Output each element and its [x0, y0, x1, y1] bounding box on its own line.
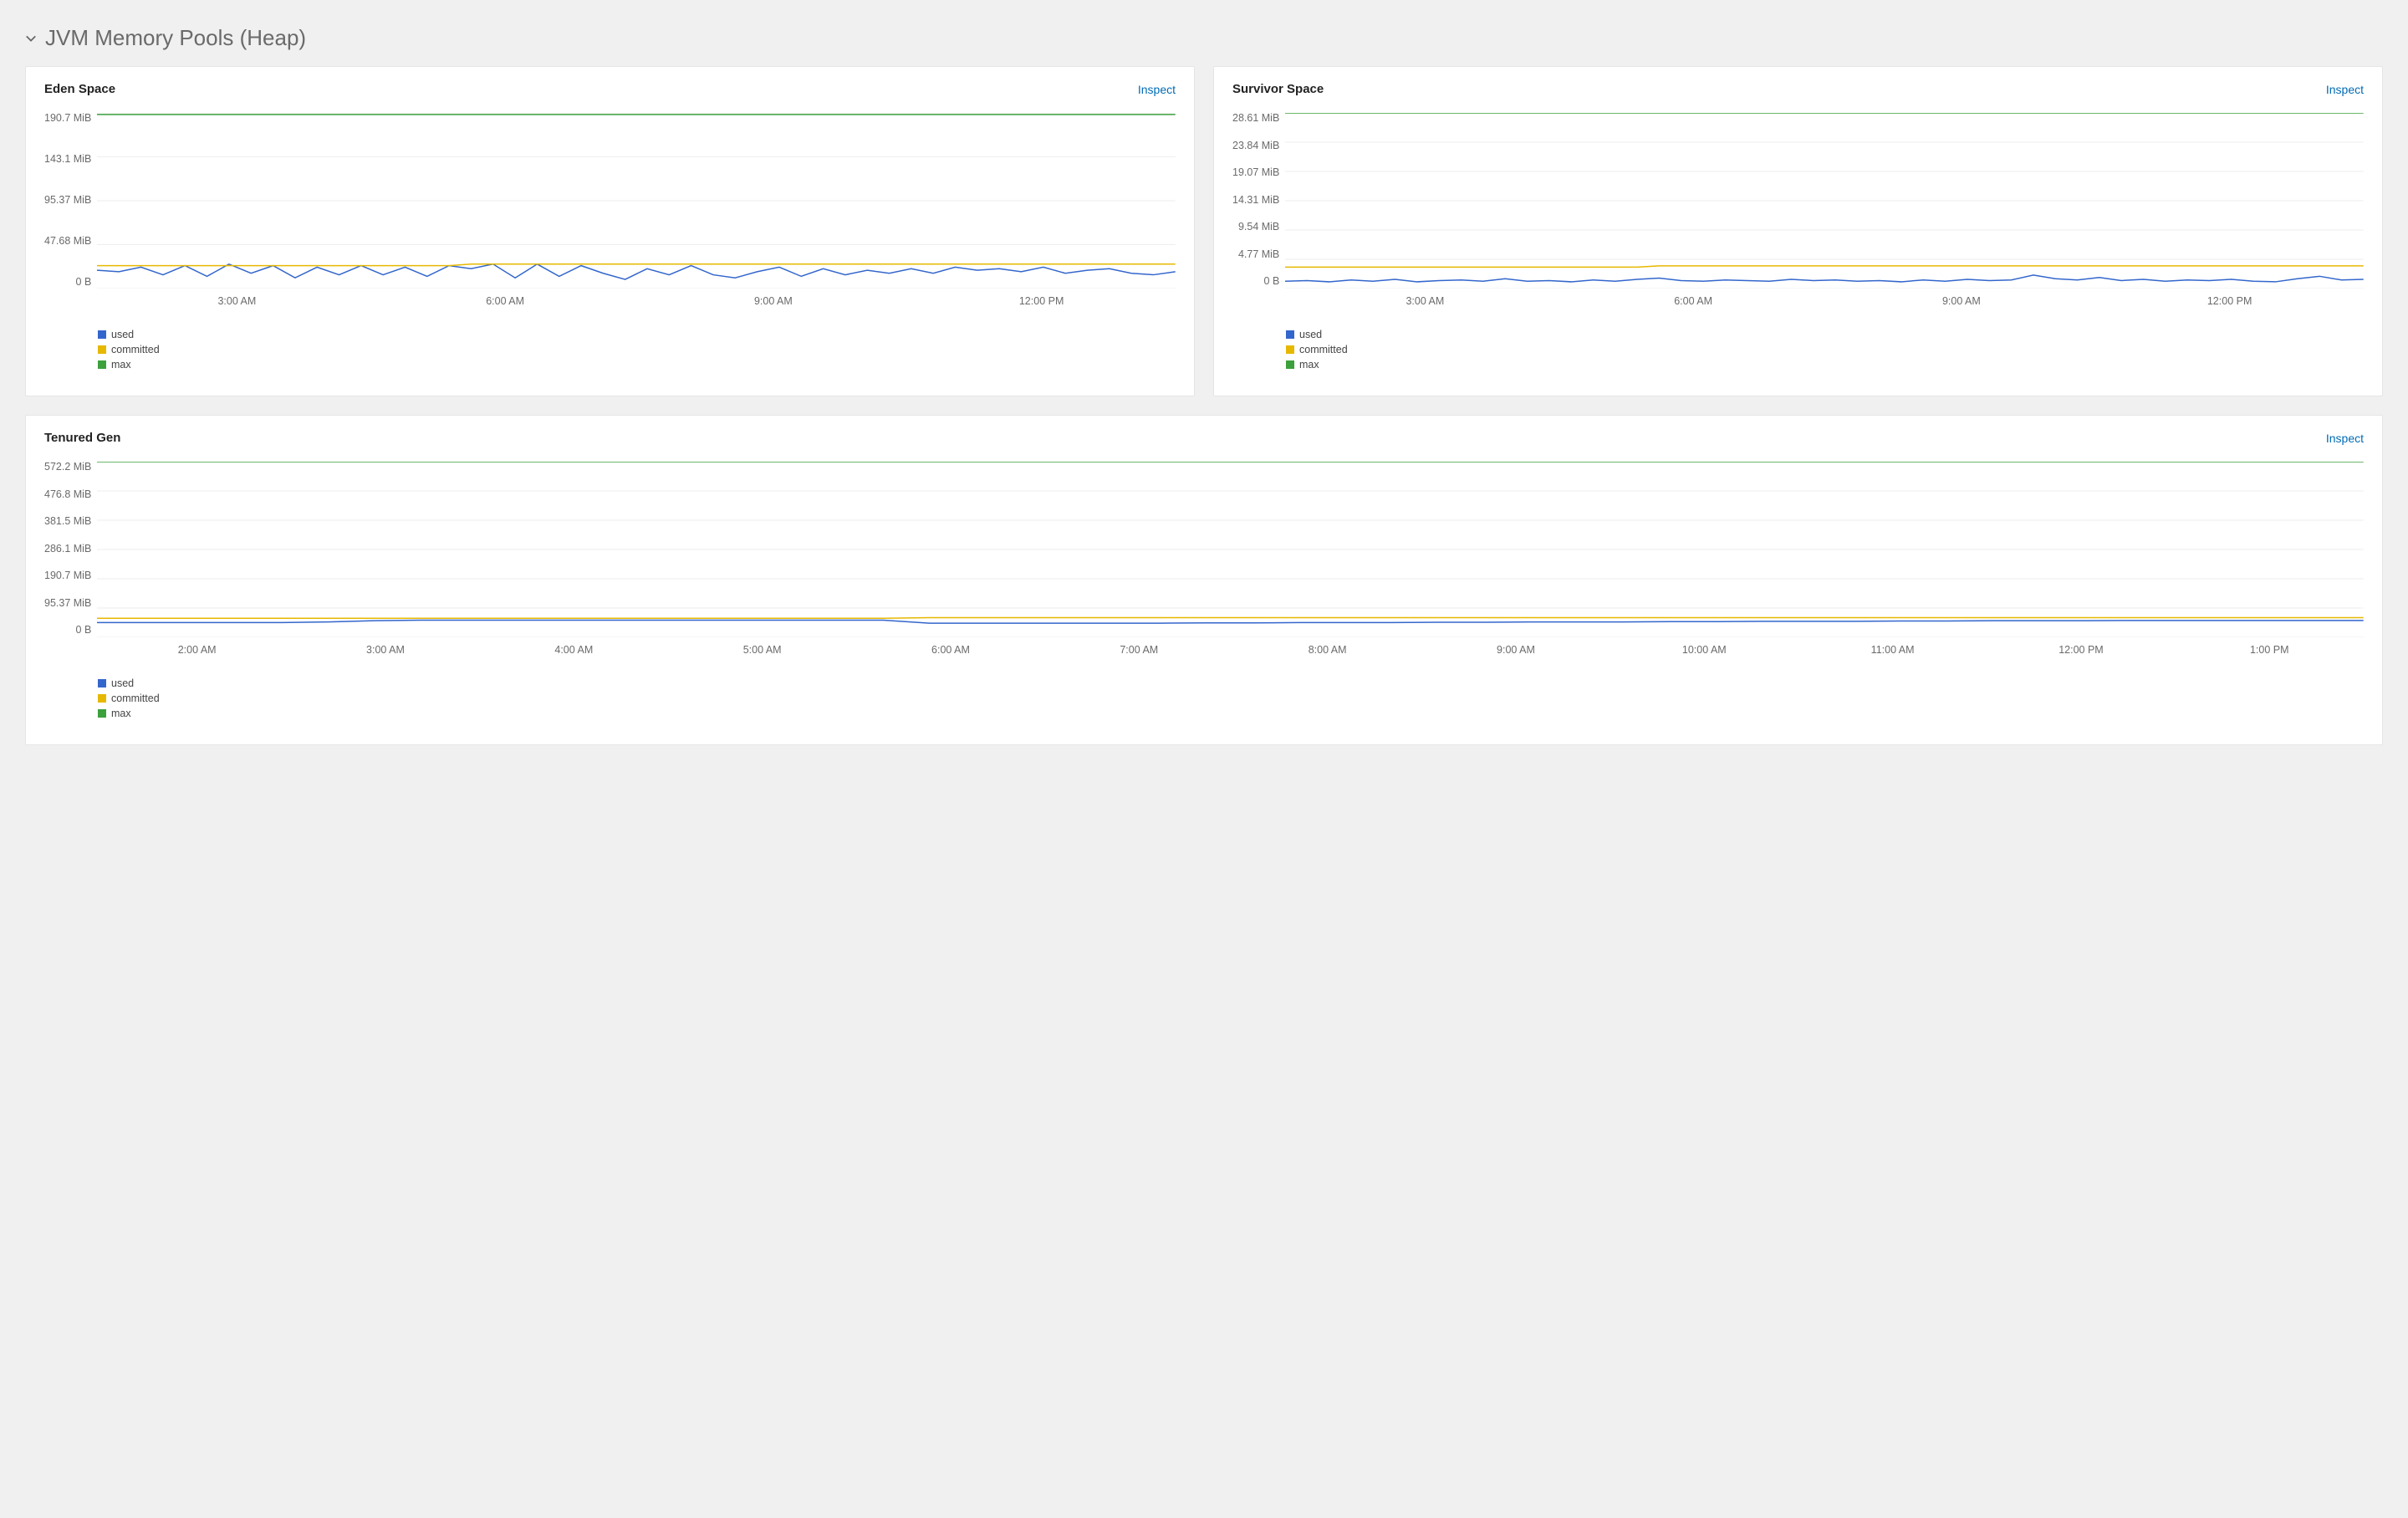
x-tick-label: 3:00 AM: [103, 295, 371, 307]
y-tick-label: 4.77 MiB: [1238, 249, 1279, 260]
x-tick-label: 12:00 PM: [1987, 644, 2175, 656]
inspect-link[interactable]: Inspect: [1138, 83, 1176, 96]
y-tick-label: 286.1 MiB: [44, 544, 91, 555]
series-committed: [97, 264, 1176, 266]
panel-title: Survivor Space: [1232, 82, 1324, 96]
y-tick-label: 9.54 MiB: [1238, 222, 1279, 233]
legend-swatch: [98, 360, 106, 369]
panel-tenured-gen: Tenured Gen Inspect 572.2 MiB 476.8 MiB 38…: [25, 415, 2383, 745]
chart-legend: used committed max: [98, 677, 2364, 719]
x-tick-label: 1:00 PM: [2176, 644, 2364, 656]
series-used: [97, 620, 2364, 623]
y-tick-label: 0 B: [76, 625, 92, 636]
legend-item-committed[interactable]: committed: [1286, 344, 2364, 355]
x-tick-label: 5:00 AM: [668, 644, 856, 656]
series-used: [97, 264, 1176, 279]
legend-swatch: [98, 679, 106, 687]
y-tick-label: 23.84 MiB: [1232, 141, 1279, 151]
x-tick-label: 12:00 PM: [2095, 295, 2364, 307]
legend-item-max[interactable]: max: [98, 359, 1176, 371]
y-tick-label: 19.07 MiB: [1232, 167, 1279, 178]
y-tick-label: 572.2 MiB: [44, 462, 91, 473]
chevron-down-icon: [25, 33, 37, 44]
y-axis: 28.61 MiB 23.84 MiB 19.07 MiB 14.31 MiB 9.54…: [1232, 113, 1279, 289]
x-tick-label: 9:00 AM: [1421, 644, 1610, 656]
x-tick-label: 6:00 AM: [856, 644, 1044, 656]
legend-label: committed: [111, 344, 160, 355]
y-tick-label: 190.7 MiB: [44, 113, 91, 124]
y-tick-label: 47.68 MiB: [44, 236, 91, 247]
section-header[interactable]: JVM Memory Pools (Heap): [25, 25, 2383, 51]
legend-swatch: [98, 694, 106, 703]
y-tick-label: 0 B: [1264, 276, 1280, 287]
y-tick-label: 28.61 MiB: [1232, 113, 1279, 124]
chart-legend: used committed max: [1286, 329, 2364, 371]
y-tick-label: 476.8 MiB: [44, 489, 91, 500]
chart-plot: [96, 113, 1176, 289]
x-tick-label: 4:00 AM: [480, 644, 668, 656]
legend-swatch: [98, 330, 106, 339]
x-tick-label: 3:00 AM: [1291, 295, 1559, 307]
panel-title: Tenured Gen: [44, 431, 120, 445]
y-tick-label: 95.37 MiB: [44, 195, 91, 206]
x-tick-label: 11:00 AM: [1798, 644, 1987, 656]
legend-item-max[interactable]: max: [98, 708, 2364, 719]
legend-item-used[interactable]: used: [98, 677, 2364, 689]
y-tick-label: 190.7 MiB: [44, 570, 91, 581]
x-tick-label: 9:00 AM: [1828, 295, 2096, 307]
inspect-link[interactable]: Inspect: [2326, 83, 2364, 96]
legend-item-used[interactable]: used: [98, 329, 1176, 340]
series-committed: [1285, 266, 2364, 267]
x-tick-label: 9:00 AM: [640, 295, 908, 307]
x-tick-label: 2:00 AM: [103, 644, 291, 656]
panel-title: Eden Space: [44, 82, 115, 96]
x-axis: 2:00 AM3:00 AM4:00 AM5:00 AM6:00 AM7:00 …: [103, 644, 2364, 656]
y-tick-label: 381.5 MiB: [44, 516, 91, 527]
x-tick-label: 3:00 AM: [291, 644, 479, 656]
legend-swatch: [98, 345, 106, 354]
y-tick-label: 0 B: [76, 277, 92, 288]
panel-eden-space: Eden Space Inspect 190.7 MiB 143.1 MiB 95.…: [25, 66, 1195, 396]
legend-label: used: [111, 677, 134, 689]
y-axis: 572.2 MiB 476.8 MiB 381.5 MiB 286.1 MiB 190.…: [44, 462, 91, 637]
inspect-link[interactable]: Inspect: [2326, 432, 2364, 445]
y-tick-label: 143.1 MiB: [44, 154, 91, 165]
legend-label: max: [111, 708, 131, 719]
panel-survivor-space: Survivor Space Inspect 28.61 MiB 23.84 Mi…: [1213, 66, 2383, 396]
legend-swatch: [98, 709, 106, 718]
legend-label: used: [111, 329, 134, 340]
x-tick-label: 10:00 AM: [1610, 644, 1798, 656]
legend-label: committed: [111, 693, 160, 704]
section-title: JVM Memory Pools (Heap): [45, 25, 306, 51]
x-tick-label: 8:00 AM: [1233, 644, 1421, 656]
legend-swatch: [1286, 360, 1294, 369]
legend-item-max[interactable]: max: [1286, 359, 2364, 371]
x-axis: 3:00 AM6:00 AM9:00 AM12:00 PM: [1291, 295, 2364, 307]
chart-legend: used committed max: [98, 329, 1176, 371]
legend-item-committed[interactable]: committed: [98, 693, 2364, 704]
series-used: [1285, 275, 2364, 282]
x-tick-label: 6:00 AM: [371, 295, 640, 307]
y-axis: 190.7 MiB 143.1 MiB 95.37 MiB 47.68 MiB 0 B: [44, 113, 91, 289]
x-axis: 3:00 AM6:00 AM9:00 AM12:00 PM: [103, 295, 1176, 307]
legend-swatch: [1286, 330, 1294, 339]
series-committed: [97, 618, 2364, 619]
legend-swatch: [1286, 345, 1294, 354]
legend-label: max: [111, 359, 131, 371]
y-tick-label: 95.37 MiB: [44, 598, 91, 609]
x-tick-label: 6:00 AM: [1559, 295, 1828, 307]
chart-plot: [96, 462, 2364, 637]
x-tick-label: 7:00 AM: [1045, 644, 1233, 656]
y-tick-label: 14.31 MiB: [1232, 195, 1279, 206]
x-tick-label: 12:00 PM: [907, 295, 1176, 307]
legend-label: used: [1299, 329, 1322, 340]
chart-plot: [1284, 113, 2364, 289]
legend-item-committed[interactable]: committed: [98, 344, 1176, 355]
legend-label: max: [1299, 359, 1319, 371]
legend-item-used[interactable]: used: [1286, 329, 2364, 340]
legend-label: committed: [1299, 344, 1348, 355]
